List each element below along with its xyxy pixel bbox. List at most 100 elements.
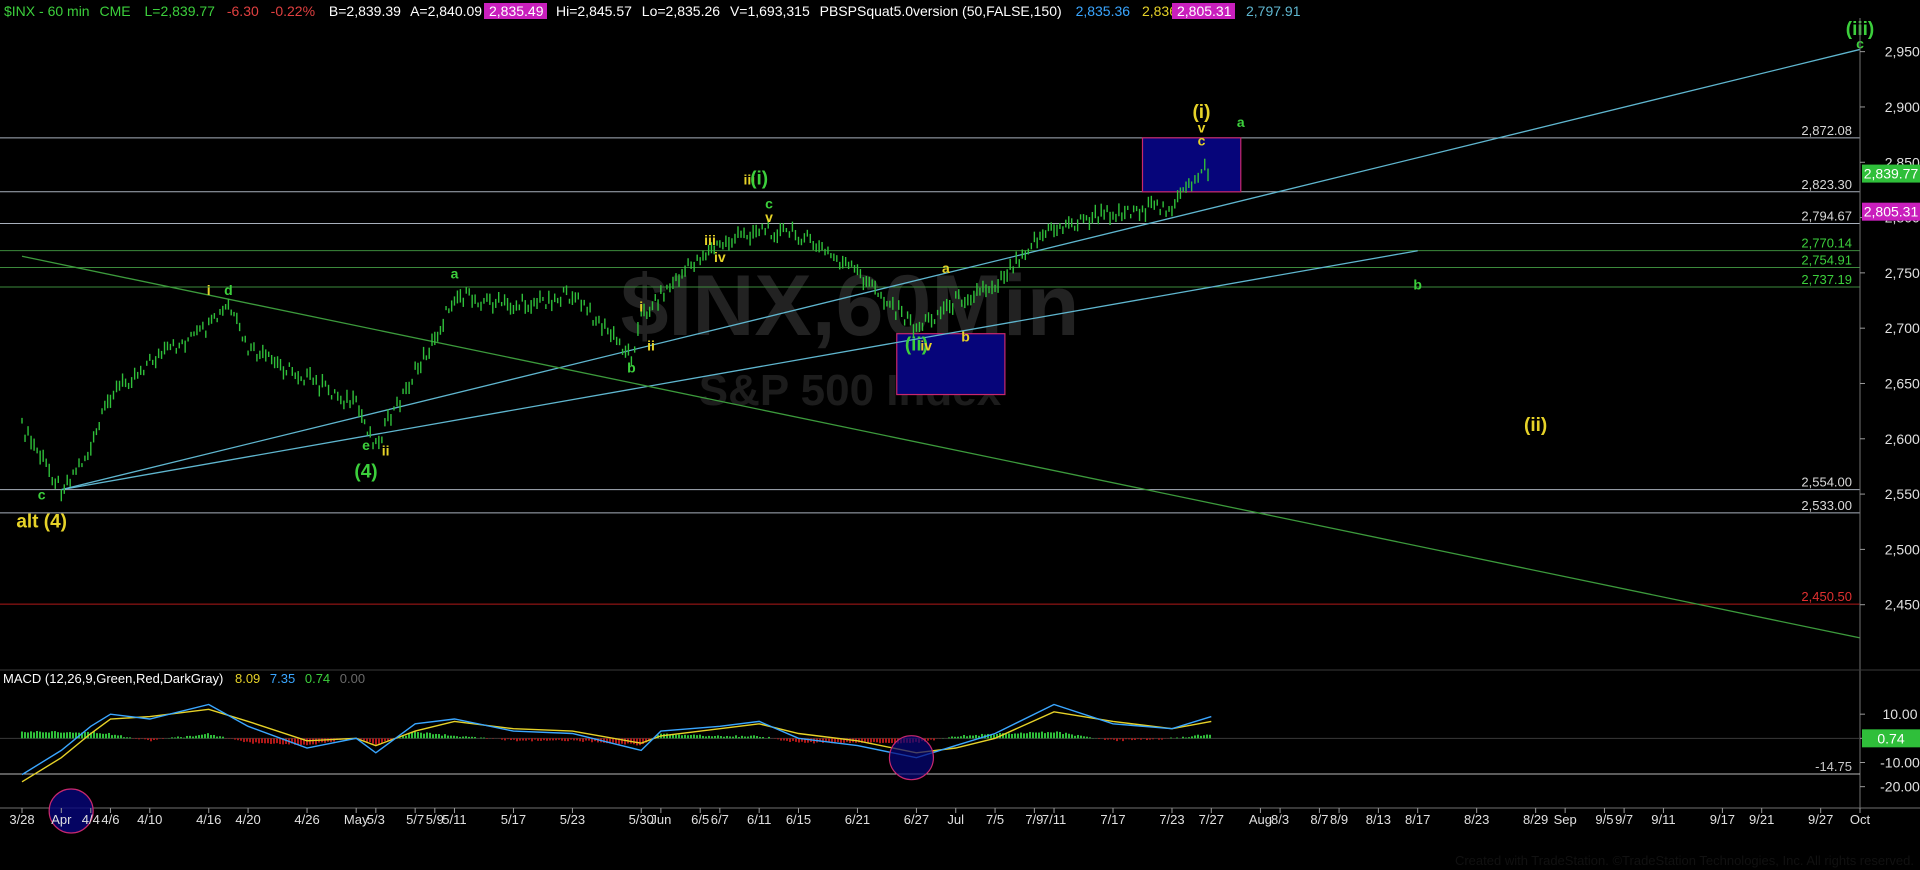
price-level-label: 2,770.14 [1801,236,1852,251]
price-tick-label: 2,750.00 [1885,265,1920,281]
wave-label: i [639,299,643,315]
header-study-value-1: 2,835.36 [1076,3,1131,19]
date-tick-label: 5/9 [426,812,444,827]
date-tick-label: 9/21 [1749,812,1774,827]
wave-label: alt (4) [16,511,67,532]
date-tick-label: 6/15 [786,812,811,827]
date-tick-label: Aug [1249,812,1272,827]
date-tick-label: May [344,812,369,827]
wave-label: e [362,437,370,453]
footer-credit: Created with TradeStation. ©TradeStation… [1455,853,1914,868]
macd-header-label: MACD (12,26,9,Green,Red,DarkGray) [3,671,223,686]
date-tick-label: 8/29 [1523,812,1548,827]
price-tick-label: 2,900.00 [1885,99,1920,115]
header-study-value-3: 2,805.31 [1177,3,1232,19]
macd-zero-badge: 0.74 [1877,730,1904,746]
date-tick-label: 5/23 [560,812,585,827]
date-tick-label: 5/3 [367,812,385,827]
chart-header: $INX - 60 min CME L=2,839.77 -6.30 -0.22… [4,3,482,19]
price-chart: $INX,60Min S&P 500 Index 2,872.082,823.3… [0,0,1920,870]
header-symbol: $INX - 60 min [4,3,90,19]
date-tick-label: Jul [947,812,964,827]
date-tick-label: 3/28 [9,812,34,827]
wave-label: (ii) [1524,415,1547,436]
wave-label: ii [382,442,390,458]
date-tick-label: 8/17 [1405,812,1430,827]
date-tick-label: 4/6 [101,812,119,827]
macd-tick-label: -20.00 [1880,779,1920,795]
header-exchange: CME [99,3,130,19]
date-tick-label: Oct [1850,812,1871,827]
wave-label: (i) [750,168,768,189]
macd-header-value-4: 0.00 [340,671,365,686]
wave-label: (4) [354,461,377,482]
date-tick-label: Jun [650,812,671,827]
macd-header-value-1: 8.09 [235,671,260,686]
macd-header-value-3: 0.74 [305,671,330,686]
header-hi: Hi=2,845.57 [556,3,632,19]
header-bid: B=2,839.39 [329,3,401,19]
header-lo: Lo=2,835.26 [642,3,720,19]
date-tick-label: 4/10 [137,812,162,827]
wave-label: b [1413,276,1422,292]
header-study-value-4: 2,797.91 [1246,3,1301,19]
date-tick-label: 7/17 [1100,812,1125,827]
date-tick-label: 4/20 [235,812,260,827]
date-tick-label: 6/5 [691,812,709,827]
header-study: PBSPSquat5.0version (50,FALSE,150) [820,3,1062,19]
wave-label: a [1237,114,1245,130]
price-tick-label: 2,950.00 [1885,44,1920,60]
header-change-pct: -0.22% [271,3,315,19]
price-tick-label: 2,450.00 [1885,597,1920,613]
price-tick-label: 2,650.00 [1885,375,1920,391]
date-tick-label: 9/11 [1651,812,1675,827]
price-tick-label: 2,500.00 [1885,541,1920,557]
date-tick-label: Sep [1554,812,1577,827]
last-price-badge: 2,839.77 [1864,166,1919,182]
date-tick-label: 4/4 [82,812,100,827]
watermark-symbol: $INX,60Min [621,258,1080,354]
header-ask: A=2,840.09 [410,3,482,19]
price-tick-label: 2,700.00 [1885,320,1920,336]
wave-label: iv [714,249,726,265]
date-tick-label: 8/13 [1366,812,1391,827]
date-tick-label: 6/7 [711,812,729,827]
date-tick-label: 6/27 [904,812,929,827]
date-tick-label: 9/27 [1808,812,1833,827]
header-boxed-value: 2,835.49 [489,3,544,19]
date-tick-label: 7/23 [1159,812,1184,827]
wave-label: b [961,328,970,344]
date-tick-label: 6/21 [845,812,870,827]
date-tick-label: 8/7 [1310,812,1328,827]
wave-label: v [765,209,773,225]
macd-header: MACD (12,26,9,Green,Red,DarkGray) 8.09 7… [3,671,365,686]
date-tick-label: 6/11 [747,812,771,827]
date-tick-label: 9/7 [1615,812,1633,827]
macd-tick-label: 10.00 [1882,706,1917,722]
wave-label: i [207,282,211,298]
wave-label: b [627,359,636,375]
header-volume: V=1,693,315 [730,3,810,19]
wave-label: iv [920,337,932,353]
price-level-label: 2,533.00 [1801,498,1852,513]
macd-header-value-2: 7.35 [270,671,295,686]
secondary-badge: 2,805.31 [1864,204,1919,220]
price-level-label: 2,754.91 [1801,252,1852,267]
price-level-label: 2,737.19 [1801,272,1852,287]
price-tick-label: 2,600.00 [1885,431,1920,447]
wave-label: a [451,265,459,281]
wave-label: c [38,487,46,503]
wave-label: a [942,260,950,276]
date-tick-label: 5/7 [406,812,424,827]
date-tick-label: 8/3 [1271,812,1289,827]
date-tick-label: 7/11 [1042,812,1066,827]
price-level-label: 2,823.30 [1801,177,1852,192]
wave-label: c [1198,133,1206,149]
date-tick-label: 7/9 [1025,812,1043,827]
price-tick-label: 2,550.00 [1885,486,1920,502]
macd-tick-label: -10.00 [1880,755,1920,771]
date-tick-label: Apr [51,812,72,827]
date-tick-label: 5/17 [501,812,526,827]
date-tick-label: 7/27 [1199,812,1224,827]
date-tick-label: 7/5 [986,812,1004,827]
